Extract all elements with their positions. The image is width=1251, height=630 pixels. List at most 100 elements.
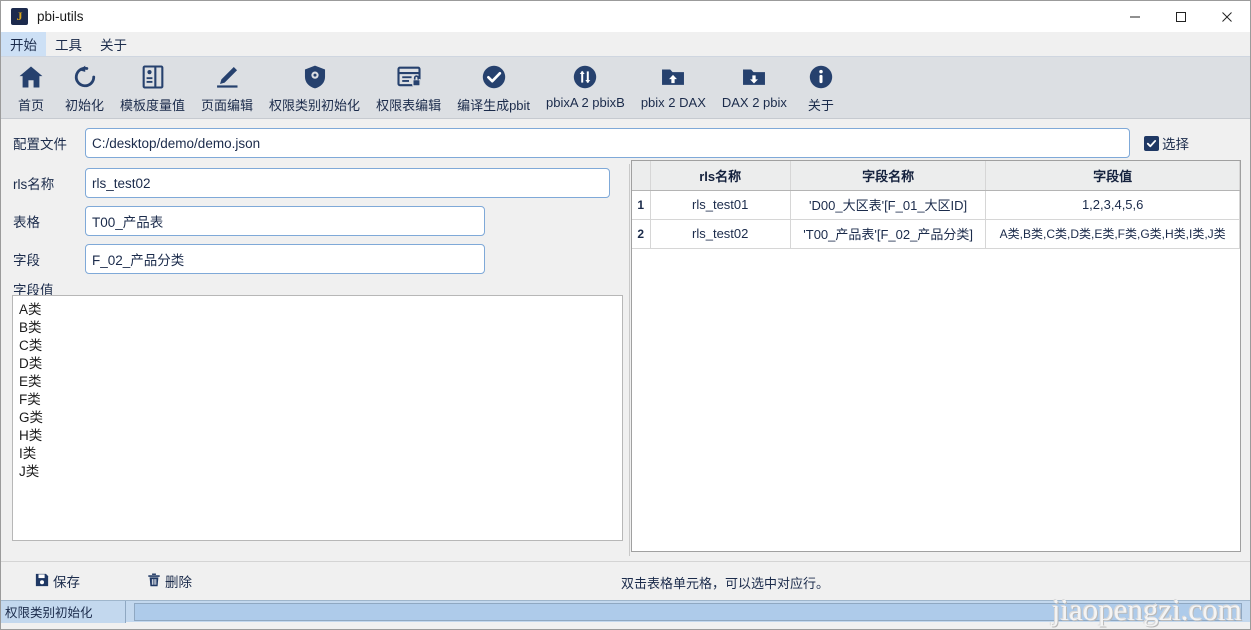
menu-bar: 开始 工具 关于: [1, 32, 1250, 57]
field-values-textarea[interactable]: A类 B类 C类 D类 E类 F类 G类 H类 I类 J类: [12, 295, 623, 541]
save-label: 保存: [53, 575, 80, 590]
save-button[interactable]: 保存: [35, 571, 80, 591]
toolbar-label: 首页: [17, 98, 44, 113]
table-header-field-value[interactable]: 字段值: [985, 161, 1240, 191]
status-bar: 权限类别初始化: [1, 600, 1250, 623]
toolbar-label: DAX 2 pbix: [721, 95, 787, 110]
table-input[interactable]: [85, 206, 485, 236]
field-label: 字段: [13, 253, 40, 268]
rls-name-input[interactable]: [85, 168, 610, 198]
toolbar-button-home[interactable]: 首页: [5, 57, 57, 119]
cell-field-value[interactable]: 1,2,3,4,5,6: [985, 190, 1240, 220]
field-value-line: C类: [19, 338, 43, 353]
trash-icon: [147, 573, 161, 590]
toolbar-label: 初始化: [65, 98, 105, 113]
config-file-row: 配置文件 选择: [1, 126, 1250, 160]
field-row: 字段: [1, 240, 629, 278]
status-progress-bar: [134, 602, 1242, 621]
table-header-rls-name[interactable]: rls名称: [650, 161, 791, 191]
toolbar-button-init[interactable]: 初始化: [57, 57, 112, 119]
config-file-label: 配置文件: [13, 137, 67, 152]
cell-rls-name[interactable]: rls_test02: [650, 219, 791, 249]
table-row[interactable]: 1 rls_test01 'D00_大区表'[F_01_大区ID] 1,2,3,…: [632, 190, 1240, 220]
maximize-button[interactable]: [1158, 1, 1204, 32]
toolbar-button-page-edit[interactable]: 页面编辑: [193, 57, 261, 119]
field-input[interactable]: [85, 244, 485, 274]
minimize-button[interactable]: [1112, 1, 1158, 32]
folder-up-icon: [659, 61, 687, 93]
field-value-line: G类: [19, 410, 44, 425]
save-icon: [35, 573, 49, 590]
home-icon: [17, 61, 45, 93]
cell-field-value[interactable]: A类,B类,C类,D类,E类,F类,G类,H类,I类,J类: [985, 219, 1240, 249]
toolbar-button-pbix-2-dax[interactable]: pbix 2 DAX: [633, 57, 714, 119]
toolbar: 首页 初始化 模板度量值 页面编辑 权限类别初始化 权限表编辑 编译生成pbit…: [1, 57, 1250, 119]
row-number[interactable]: 1: [632, 190, 651, 220]
hint-text: 双击表格单元格，可以选中对应行。: [621, 576, 830, 591]
cell-field-name[interactable]: 'T00_产品表'[F_02_产品分类]: [790, 219, 987, 249]
toolbar-label: 关于: [807, 98, 834, 113]
toolbar-button-pbixa-2-pbixb[interactable]: pbixA 2 pbixB: [538, 57, 633, 119]
left-form-panel: rls名称 表格 字段 字段值 A类 B类 C类 D类 E类 F类 G类 H类: [1, 164, 629, 556]
menu-item-start[interactable]: 开始: [1, 32, 46, 56]
toolbar-button-template-measure[interactable]: 模板度量值: [112, 57, 193, 119]
config-file-input[interactable]: [85, 128, 1130, 158]
table-corner-cell: [632, 161, 651, 191]
field-value-line: A类: [19, 302, 42, 317]
row-number[interactable]: 2: [632, 219, 651, 249]
status-text: 权限类别初始化: [1, 600, 126, 623]
application-window: J pbi-utils 开始 工具 关于 首页 初始化 模板度量值 页面编辑 权…: [0, 0, 1251, 630]
select-checkbox-group[interactable]: 选择: [1144, 133, 1189, 153]
rls-table: rls名称 字段名称 字段值 1 rls_test01 'D00_大区表'[F_…: [632, 161, 1240, 249]
rls-grid-panel: rls名称 字段名称 字段值 1 rls_test01 'D00_大区表'[F_…: [631, 160, 1241, 552]
field-value-line: J类: [19, 464, 40, 479]
menu-item-tools[interactable]: 工具: [46, 32, 91, 56]
main-content: 配置文件 选择 rls名称 表格 字段 字段值: [1, 119, 1250, 561]
toolbar-label: 模板度量值: [120, 98, 186, 113]
template-measure-icon: [139, 61, 167, 93]
field-value-line: B类: [19, 320, 42, 335]
table-header-row: rls名称 字段名称 字段值: [632, 161, 1240, 191]
title-bar: J pbi-utils: [1, 1, 1250, 32]
table-row[interactable]: 2 rls_test02 'T00_产品表'[F_02_产品分类] A类,B类,…: [632, 219, 1240, 249]
field-value-line: I类: [19, 446, 37, 461]
menu-item-about[interactable]: 关于: [91, 32, 136, 56]
bottom-action-bar: 保存 删除 双击表格单元格，可以选中对应行。: [1, 561, 1250, 600]
app-icon: J: [11, 8, 28, 25]
table-lock-icon: [395, 61, 423, 93]
rls-name-row: rls名称: [1, 164, 629, 202]
table-header-field-name[interactable]: 字段名称: [790, 161, 987, 191]
toolbar-button-perm-table-edit[interactable]: 权限表编辑: [368, 57, 449, 119]
select-checkbox[interactable]: [1144, 135, 1159, 151]
delete-label: 删除: [165, 575, 192, 590]
toolbar-label: pbix 2 DAX: [640, 95, 706, 110]
toolbar-button-about[interactable]: 关于: [795, 57, 847, 119]
field-value-line: E类: [19, 374, 42, 389]
table-row-field: 表格: [1, 202, 629, 240]
table-label: 表格: [13, 215, 40, 230]
window-controls: [1112, 1, 1250, 32]
toolbar-button-compile-pbit[interactable]: 编译生成pbit: [449, 57, 538, 119]
field-value-line: D类: [19, 356, 43, 371]
rls-name-label: rls名称: [13, 177, 55, 192]
panel-divider: [629, 164, 630, 556]
toolbar-label: 权限类别初始化: [269, 98, 361, 113]
close-button[interactable]: [1204, 1, 1250, 32]
select-checkbox-label: 选择: [1162, 137, 1189, 152]
cell-field-name[interactable]: 'D00_大区表'[F_01_大区ID]: [790, 190, 987, 220]
refresh-icon: [71, 61, 99, 93]
swap-circle-icon: [571, 61, 599, 93]
toolbar-label: 权限表编辑: [376, 98, 442, 113]
delete-button[interactable]: 删除: [147, 571, 192, 591]
toolbar-label: 编译生成pbit: [457, 98, 531, 113]
toolbar-button-dax-2-pbix[interactable]: DAX 2 pbix: [714, 57, 795, 119]
cell-rls-name[interactable]: rls_test01: [650, 190, 791, 220]
pencil-edit-icon: [213, 61, 241, 93]
toolbar-label: pbixA 2 pbixB: [546, 95, 625, 110]
check-circle-icon: [480, 61, 508, 93]
info-circle-icon: [807, 61, 835, 93]
toolbar-label: 页面编辑: [201, 98, 254, 113]
field-value-line: F类: [19, 392, 41, 407]
toolbar-button-perm-category-init[interactable]: 权限类别初始化: [261, 57, 368, 119]
window-title: pbi-utils: [37, 9, 84, 24]
